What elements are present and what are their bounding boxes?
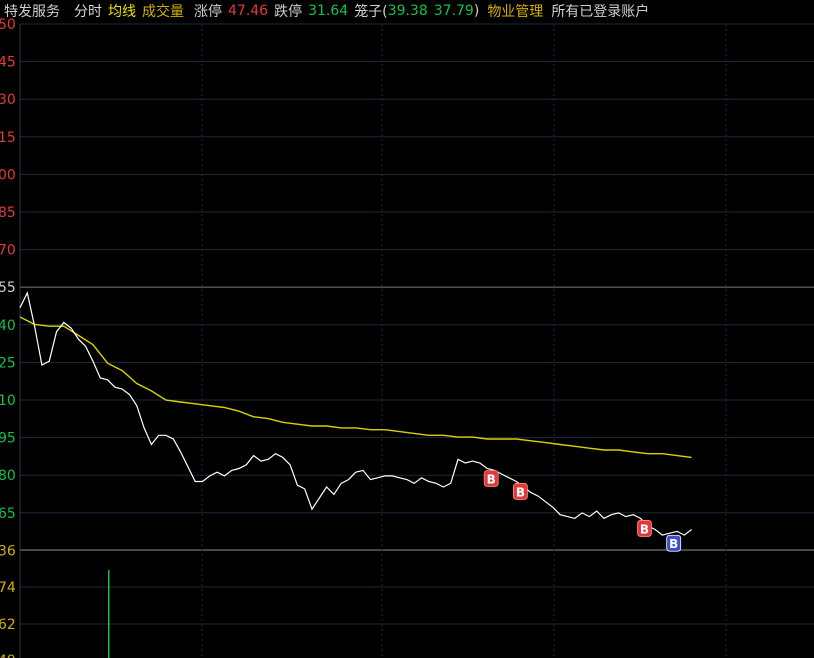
volume-tick-label: 62 <box>0 617 16 633</box>
price-tick-label: 00 <box>0 167 16 183</box>
price-tick-label: 85 <box>0 205 16 221</box>
volume-bar <box>108 570 110 658</box>
buy-marker-label: B <box>516 485 525 499</box>
chart-grid <box>19 23 814 658</box>
buy-marker[interactable]: B <box>483 470 499 487</box>
price-tick-label: 45 <box>0 55 16 71</box>
volume-tick-label: 49 <box>0 653 16 658</box>
buy-marker[interactable]: B <box>637 520 652 537</box>
timeshare-chart[interactable]: 504530150085705540251095806536 746249 BB… <box>0 0 814 658</box>
buy-marker-label: B <box>669 537 678 551</box>
price-line <box>19 291 692 536</box>
price-axis: 50 45 30 15 00 85 70 55 40 25 10 95 80 65 36 <box>0 17 16 559</box>
price-tick-label: 55 <box>0 280 16 296</box>
price-tick-label: 40 <box>0 318 16 334</box>
buy-marker-label: B <box>487 473 496 487</box>
price-tick-label: 25 <box>0 355 16 371</box>
trade-markers[interactable]: B B B B <box>483 470 682 552</box>
price-tick-label: 95 <box>0 431 16 447</box>
average-price-line <box>19 316 692 459</box>
buy-marker[interactable]: B <box>513 483 528 500</box>
price-tick-label: 70 <box>0 243 16 259</box>
volume-tick-label: 74 <box>0 580 16 596</box>
volume-axis: 74 62 49 <box>0 580 16 658</box>
price-tick-label: 80 <box>0 468 16 484</box>
price-tick-label: 50 <box>0 17 16 33</box>
price-tick-label: 30 <box>0 92 16 108</box>
price-tick-label: 36 <box>0 543 16 559</box>
volume-bars <box>108 570 110 658</box>
price-tick-label: 15 <box>0 130 16 146</box>
buy-marker[interactable]: B <box>666 534 682 552</box>
price-tick-label: 65 <box>0 506 16 522</box>
buy-marker-label: B <box>640 522 649 536</box>
price-tick-label: 10 <box>0 393 16 409</box>
